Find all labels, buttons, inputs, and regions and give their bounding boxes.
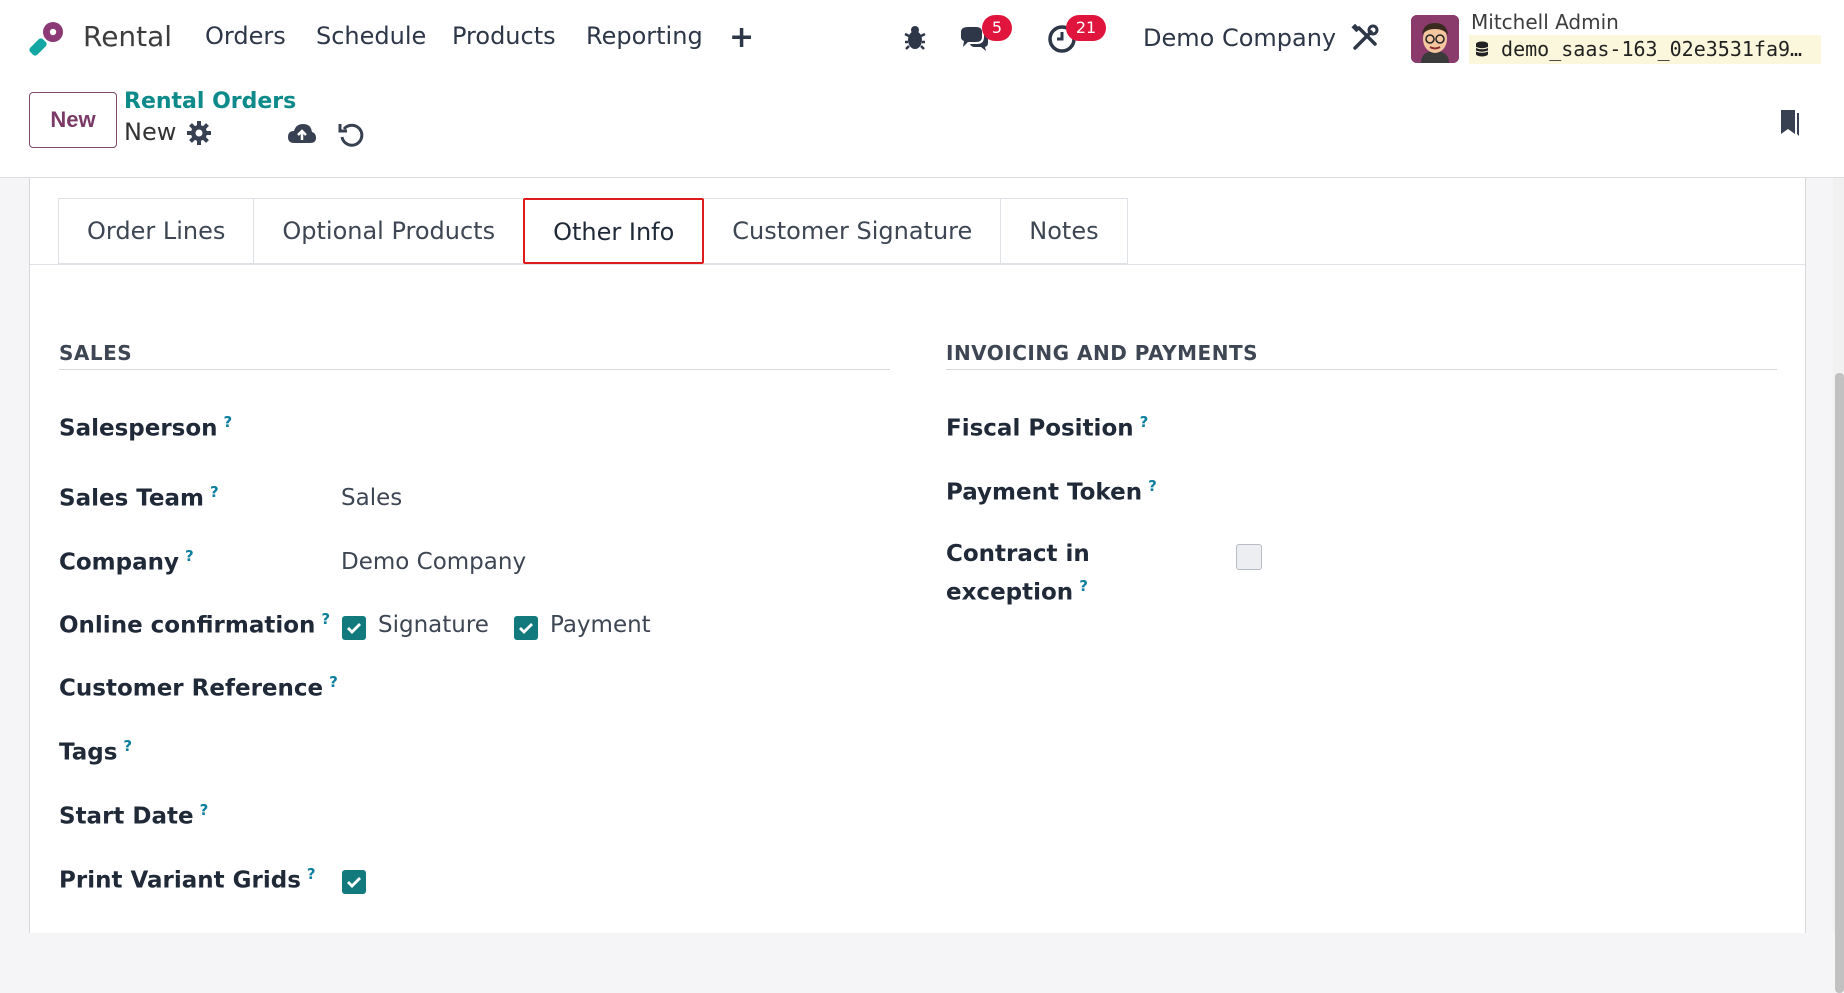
settings-tools-icon[interactable] — [1349, 22, 1381, 54]
print-variant-grids-label: Print Variant Grids? — [59, 865, 316, 894]
menu-reporting[interactable]: Reporting — [586, 22, 703, 50]
database-name: demo_saas-163_02e3531fa9… — [1469, 35, 1821, 64]
checkmark-icon — [347, 877, 361, 888]
sales-team-field[interactable]: Sales — [341, 485, 402, 511]
activity-count-badge: 21 — [1066, 15, 1106, 41]
company-switcher[interactable]: Demo Company — [1143, 24, 1336, 52]
payment-checkbox[interactable] — [514, 616, 538, 640]
signature-checkbox-label[interactable]: Signature — [378, 612, 489, 638]
checkmark-icon — [347, 623, 361, 634]
user-avatar[interactable] — [1411, 15, 1459, 63]
print-variant-grids-checkbox[interactable] — [342, 870, 366, 894]
chat-count-badge: 5 — [982, 15, 1012, 41]
help-tooltip-icon[interactable]: ? — [210, 483, 219, 501]
user-name[interactable]: Mitchell Admin — [1471, 10, 1619, 34]
sales-team-label: Sales Team? — [59, 483, 219, 512]
company-label: Company? — [59, 547, 194, 576]
payment-checkbox-label[interactable]: Payment — [550, 612, 651, 638]
invoicing-section-title: INVOICING AND PAYMENTS — [946, 341, 1258, 365]
contract-exception-label-line1: Contract in — [946, 541, 1090, 567]
new-button[interactable]: New — [29, 92, 117, 148]
help-tooltip-icon[interactable]: ? — [123, 737, 132, 755]
start-date-label: Start Date? — [59, 801, 209, 830]
help-tooltip-icon[interactable]: ? — [307, 865, 316, 883]
sales-section-divider — [59, 369, 890, 370]
help-tooltip-icon[interactable]: ? — [185, 547, 194, 565]
fiscal-position-label: Fiscal Position? — [946, 413, 1149, 442]
tab-customer-signature[interactable]: Customer Signature — [704, 198, 1001, 264]
customer-reference-label: Customer Reference? — [59, 673, 338, 702]
tab-other-info[interactable]: Other Info — [523, 198, 705, 264]
help-tooltip-icon[interactable]: ? — [224, 413, 233, 431]
company-field[interactable]: Demo Company — [341, 549, 526, 575]
sales-section-title: SALES — [59, 341, 133, 365]
help-tooltip-icon[interactable]: ? — [329, 673, 338, 691]
contract-exception-checkbox[interactable] — [1236, 544, 1262, 570]
gear-icon[interactable] — [186, 120, 212, 146]
record-name: New — [124, 118, 177, 146]
help-tooltip-icon[interactable]: ? — [1148, 477, 1157, 495]
invoicing-section-divider — [946, 369, 1777, 370]
breadcrumb-rental-orders[interactable]: Rental Orders — [124, 89, 296, 114]
tab-order-lines[interactable]: Order Lines — [58, 198, 254, 264]
help-tooltip-icon[interactable]: ? — [200, 801, 209, 819]
page-scrollbar[interactable] — [1833, 178, 1844, 993]
tabs-divider — [30, 264, 1805, 265]
tab-optional-products[interactable]: Optional Products — [253, 198, 524, 264]
discard-undo-icon[interactable] — [336, 119, 366, 149]
top-navbar: Rental Orders Schedule Products Reportin… — [0, 0, 1844, 75]
menu-orders[interactable]: Orders — [205, 22, 286, 50]
debug-bug-icon[interactable] — [899, 22, 931, 54]
form-sheet: Order Lines Optional Products Other Info… — [29, 178, 1806, 933]
help-tooltip-icon[interactable]: ? — [321, 610, 330, 628]
add-menu-plus-icon[interactable]: + — [729, 20, 754, 55]
notebook-tabs: Order Lines Optional Products Other Info… — [58, 198, 1128, 264]
menu-schedule[interactable]: Schedule — [316, 22, 426, 50]
help-tooltip-icon[interactable]: ? — [1079, 577, 1088, 595]
payment-token-label: Payment Token? — [946, 477, 1157, 506]
scrollbar-thumb[interactable] — [1835, 373, 1844, 993]
save-cloud-icon[interactable] — [287, 119, 317, 149]
database-name-text: demo_saas-163_02e3531fa9… — [1501, 37, 1803, 61]
checkmark-icon — [519, 623, 533, 634]
tab-notes[interactable]: Notes — [1000, 198, 1128, 264]
database-icon — [1475, 41, 1489, 57]
salesperson-label: Salesperson? — [59, 413, 233, 442]
control-panel: New Rental Orders New — [0, 75, 1844, 178]
help-tooltip-icon[interactable]: ? — [1140, 413, 1149, 431]
bookmark-icon[interactable] — [1773, 107, 1803, 137]
contract-exception-label-line2: exception? — [946, 577, 1088, 606]
online-confirmation-label: Online confirmation? — [59, 610, 331, 639]
menu-products[interactable]: Products — [452, 22, 556, 50]
app-name[interactable]: Rental — [83, 20, 172, 53]
tags-label: Tags? — [59, 737, 133, 766]
signature-checkbox[interactable] — [342, 616, 366, 640]
rental-app-icon[interactable] — [28, 18, 68, 58]
